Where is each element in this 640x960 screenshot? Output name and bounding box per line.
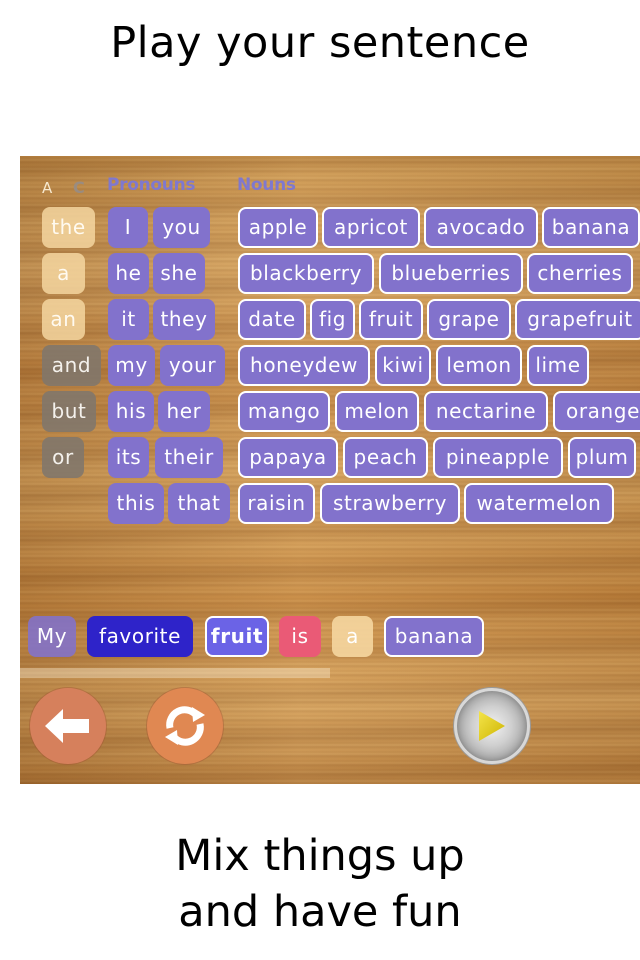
word-tile-pronoun[interactable]: my [108, 345, 155, 386]
word-tile-noun[interactable]: peach [343, 437, 428, 478]
caption-top: Play your sentence [110, 18, 530, 68]
word-tile-noun[interactable]: grapefruit [515, 299, 640, 340]
word-tile-noun[interactable]: pineapple [433, 437, 563, 478]
caption-bottom: Mix things up and have fun [0, 828, 640, 940]
word-tile-noun[interactable]: lime [527, 345, 589, 386]
play-icon [479, 711, 505, 741]
word-tile-pronoun[interactable]: you [153, 207, 210, 248]
word-tile-noun[interactable]: plum [568, 437, 636, 478]
word-tile-article[interactable]: the [42, 207, 95, 248]
word-tile-pronoun[interactable]: that [168, 483, 230, 524]
word-tile-pronoun[interactable]: its [108, 437, 149, 478]
word-tile-pronoun[interactable]: they [153, 299, 215, 340]
word-tile-pronoun[interactable]: their [155, 437, 223, 478]
word-tile-noun[interactable]: honeydew [238, 345, 370, 386]
sentence-word[interactable]: My [28, 616, 76, 657]
caption-bottom-line2: and have fun [178, 887, 462, 937]
nouns-header[interactable]: Nouns [237, 175, 296, 195]
word-tile-pronoun[interactable]: your [160, 345, 225, 386]
word-tile-noun[interactable]: fruit [359, 299, 423, 340]
word-tile-noun[interactable]: blueberries [379, 253, 523, 294]
word-tile-noun[interactable]: apricot [322, 207, 420, 248]
sentence-word[interactable]: a [332, 616, 373, 657]
word-tile-noun[interactable]: strawberry [320, 483, 460, 524]
back-button[interactable] [30, 688, 106, 764]
word-tile-pronoun[interactable]: his [108, 391, 154, 432]
articles-header[interactable]: A [42, 179, 52, 197]
word-tile-pronoun[interactable]: this [108, 483, 164, 524]
word-tile-noun[interactable]: blackberry [238, 253, 374, 294]
word-tile-noun[interactable]: fig [310, 299, 355, 340]
word-tile-article[interactable]: an [42, 299, 85, 340]
word-tile-pronoun[interactable]: her [158, 391, 210, 432]
word-tile-noun[interactable]: papaya [238, 437, 338, 478]
word-tile-noun[interactable]: orange [553, 391, 640, 432]
sentence-word[interactable]: banana [384, 616, 484, 657]
sentence-word[interactable]: favorite [87, 616, 193, 657]
word-tile-pronoun[interactable]: I [108, 207, 148, 248]
word-tile-noun[interactable]: nectarine [424, 391, 548, 432]
word-tile-conjunction[interactable]: but [42, 391, 96, 432]
arrow-left-icon [45, 709, 89, 743]
word-tile-noun[interactable]: date [238, 299, 306, 340]
word-tile-article[interactable]: a [42, 253, 85, 294]
refresh-icon [165, 706, 205, 746]
word-tile-noun[interactable]: melon [335, 391, 419, 432]
word-tile-pronoun[interactable]: it [108, 299, 149, 340]
play-button[interactable] [454, 688, 530, 764]
word-tile-noun[interactable]: avocado [424, 207, 538, 248]
word-tile-noun[interactable]: grape [427, 299, 511, 340]
word-tile-noun[interactable]: raisin [238, 483, 315, 524]
sentence-word[interactable]: fruit [205, 616, 269, 657]
word-tile-conjunction[interactable]: or [42, 437, 84, 478]
conjunctions-header[interactable]: C [73, 178, 85, 197]
word-tile-noun[interactable]: watermelon [464, 483, 614, 524]
caption-bottom-line1: Mix things up [175, 831, 465, 881]
pronouns-header[interactable]: Pronouns [107, 175, 196, 195]
word-tile-noun[interactable]: kiwi [375, 345, 431, 386]
word-tile-conjunction[interactable]: and [42, 345, 101, 386]
word-tile-noun[interactable]: apple [238, 207, 318, 248]
word-tile-pronoun[interactable]: she [153, 253, 205, 294]
sentence-track [20, 668, 330, 678]
sentence-word[interactable]: is [279, 616, 321, 657]
word-board: A C Pronouns Nouns the a an and but or I… [20, 156, 640, 784]
word-tile-noun[interactable]: cherries [527, 253, 633, 294]
word-tile-noun[interactable]: mango [238, 391, 330, 432]
shuffle-button[interactable] [147, 688, 223, 764]
word-tile-pronoun[interactable]: he [108, 253, 149, 294]
word-tile-noun[interactable]: lemon [436, 345, 522, 386]
word-tile-noun[interactable]: banana [542, 207, 640, 248]
